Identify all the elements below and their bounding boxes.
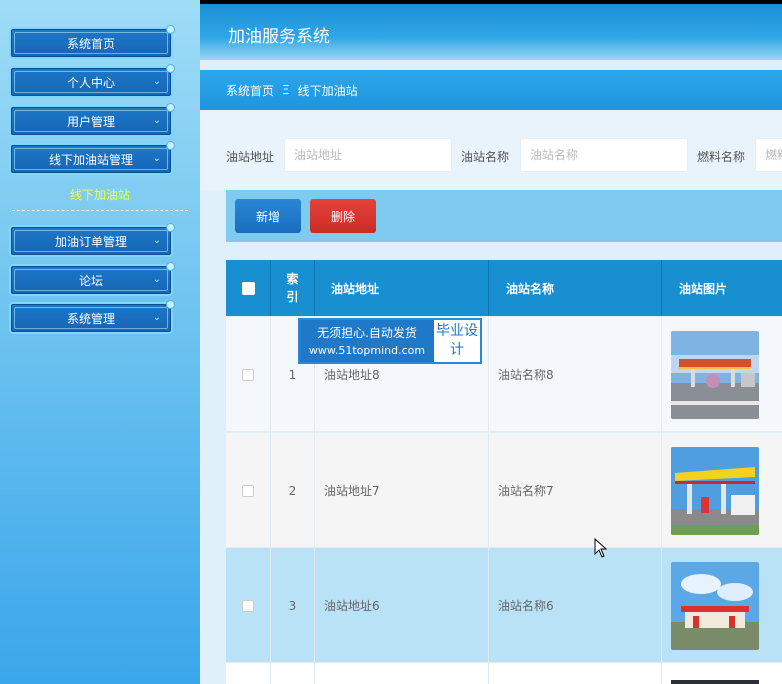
app-title: 加油服务系统 — [228, 27, 330, 47]
chevron-down-icon: ⌄ — [152, 115, 161, 126]
menu-frame-decoration — [14, 307, 168, 329]
menu-frame-decoration — [14, 71, 168, 93]
chevron-down-icon: ⌄ — [152, 153, 161, 164]
watermark-line1: 无须担心.自动发货 — [317, 326, 417, 340]
menu-frame-decoration — [14, 148, 168, 170]
fuel-search-input[interactable] — [755, 138, 782, 172]
header-image: 油站图片 — [679, 281, 728, 296]
row-checkbox-cell[interactable] — [226, 663, 271, 684]
menu-frame-decoration — [14, 110, 168, 132]
header-index: 索引 — [271, 260, 315, 316]
name-label: 油站名称 — [461, 150, 510, 164]
sidebar-item-system-management[interactable]: 系统管理 ⌄ — [9, 300, 175, 334]
header-select-all[interactable] — [226, 260, 271, 316]
chevron-down-icon: ⌄ — [152, 235, 161, 246]
row-name: 油站名称8 — [489, 317, 662, 432]
row-index: 3 — [271, 548, 315, 663]
row-address: 油站地址6 — [315, 548, 489, 663]
station-photo[interactable] — [671, 680, 759, 684]
watermark-line2: www.51topmind.com — [308, 344, 426, 357]
menu-knob-icon — [166, 223, 175, 232]
sidebar-item-user-management[interactable]: 用户管理 ⌄ — [9, 103, 175, 137]
menu-knob-icon — [166, 64, 175, 73]
row-index — [271, 663, 315, 684]
row-checkbox-cell[interactable] — [226, 317, 271, 432]
top-header: 加油服务系统 — [200, 0, 782, 60]
station-photo[interactable] — [671, 446, 759, 535]
sidebar-item-offline-station-management[interactable]: 线下加油站管理 ⌄ — [9, 141, 175, 175]
address-label: 油站地址 — [226, 150, 275, 164]
table-row[interactable]: 2 油站地址7 油站名称7 — [226, 433, 782, 548]
row-name: 油站名称6 — [489, 548, 662, 663]
name-search-input[interactable] — [520, 138, 688, 172]
mouse-cursor-icon — [594, 537, 608, 561]
address-search-input[interactable] — [284, 138, 452, 172]
sidebar-item-forum[interactable]: 论坛 ⌄ — [9, 262, 175, 296]
sidebar-item-personal-center[interactable]: 个人中心 ⌄ — [9, 64, 175, 98]
menu-frame-decoration — [14, 32, 168, 54]
row-name — [489, 663, 662, 684]
menu-knob-icon — [166, 25, 175, 34]
sidebar-item-order-management[interactable]: 加油订单管理 ⌄ — [9, 223, 175, 257]
row-checkbox-cell[interactable] — [226, 548, 271, 663]
row-checkbox[interactable] — [242, 484, 254, 497]
add-button[interactable]: 新增 — [235, 199, 301, 233]
row-index: 2 — [271, 433, 315, 548]
station-photo[interactable] — [671, 561, 759, 650]
table-row[interactable] — [226, 663, 782, 684]
sidebar-item-home[interactable]: 系统首页 — [9, 25, 175, 59]
row-address — [315, 663, 489, 684]
row-image-cell — [662, 548, 782, 663]
station-photo[interactable] — [671, 330, 759, 419]
watermark-right: 毕业设计 — [436, 323, 478, 358]
breadcrumb-separator: Ξ — [282, 83, 290, 97]
sidebar: 系统首页 个人中心 ⌄ 用户管理 ⌄ 线下加油站管理 ⌄ 线下加油站 加油订单管… — [0, 0, 200, 684]
menu-frame-decoration — [14, 269, 168, 291]
row-image-cell — [662, 433, 782, 548]
table-row[interactable]: 3 油站地址6 油站名称6 — [226, 548, 782, 663]
sidebar-divider — [12, 210, 188, 211]
chevron-down-icon: ⌄ — [152, 274, 161, 285]
menu-knob-icon — [166, 103, 175, 112]
row-checkbox-cell[interactable] — [226, 433, 271, 548]
menu-knob-icon — [166, 300, 175, 309]
menu-knob-icon — [166, 262, 175, 271]
menu-knob-icon — [166, 141, 175, 150]
table-header: 索引 油站地址 油站名称 油站图片 — [226, 260, 782, 316]
delete-button[interactable]: 删除 — [310, 199, 376, 233]
breadcrumb-home[interactable]: 系统首页 — [226, 82, 274, 99]
chevron-down-icon: ⌄ — [152, 76, 161, 87]
select-all-checkbox[interactable] — [241, 281, 255, 295]
row-image-cell — [662, 317, 782, 432]
chevron-down-icon: ⌄ — [152, 312, 161, 323]
fuel-label: 燃料名称 — [697, 150, 746, 164]
watermark-overlay: 无须担心.自动发货 www.51topmind.com 毕业设计 — [298, 318, 482, 364]
watermark-left: 无须担心.自动发货 www.51topmind.com — [300, 320, 434, 362]
menu-frame-decoration — [14, 230, 168, 252]
row-checkbox[interactable] — [242, 599, 254, 612]
row-image-cell — [662, 663, 782, 684]
header-name: 油站名称 — [489, 260, 662, 316]
row-name: 油站名称7 — [489, 433, 662, 548]
header-address: 油站地址 — [315, 260, 489, 316]
row-address: 油站地址7 — [315, 433, 489, 548]
sidebar-subitem-offline-station[interactable]: 线下加油站 — [0, 186, 200, 203]
breadcrumb: 系统首页 Ξ 线下加油站 — [200, 70, 782, 110]
breadcrumb-current: 线下加油站 — [297, 83, 358, 98]
row-checkbox[interactable] — [242, 368, 254, 381]
